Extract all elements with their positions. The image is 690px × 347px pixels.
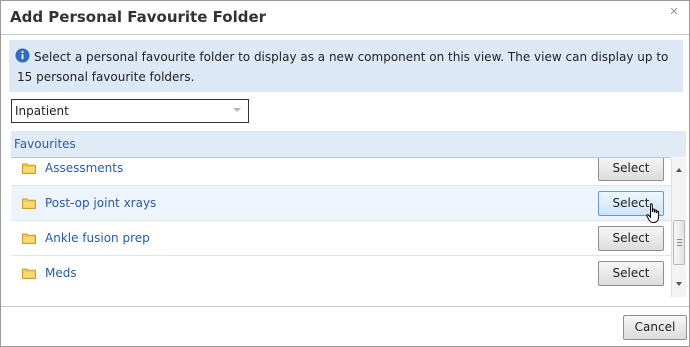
folder-icon	[22, 268, 36, 279]
scroll-thumb[interactable]	[673, 220, 685, 265]
dialog-titlebar: Add Personal Favourite Folder ✕	[1, 1, 689, 35]
folder-name-link[interactable]: Assessments	[45, 161, 123, 175]
thumb-grip	[677, 239, 682, 240]
folder-icon	[22, 233, 36, 244]
info-text: Select a personal favourite folder to di…	[17, 50, 669, 84]
favourites-header-label: Favourites	[14, 137, 76, 151]
dropdown-selected-value: Inpatient	[15, 104, 69, 118]
footer-divider	[1, 306, 689, 307]
cancel-button[interactable]: Cancel	[623, 315, 687, 340]
favourites-list: Assessments Select Post-op joint xrays S…	[11, 158, 671, 297]
mouse-cursor-icon	[646, 203, 660, 223]
list-item: Assessments Select	[11, 158, 671, 186]
scroll-up-icon[interactable]	[676, 168, 682, 172]
dialog-title: Add Personal Favourite Folder	[10, 8, 267, 26]
info-banner: Select a personal favourite folder to di…	[9, 40, 683, 92]
thumb-grip	[677, 242, 682, 243]
folder-icon	[22, 163, 36, 174]
select-button[interactable]: Select	[598, 261, 664, 286]
scroll-down-icon[interactable]	[676, 282, 682, 286]
select-button[interactable]: Select	[598, 226, 664, 251]
select-button[interactable]: Select	[598, 158, 664, 181]
add-favourite-folder-dialog: Add Personal Favourite Folder ✕ Select a…	[0, 0, 690, 347]
folder-icon	[22, 198, 36, 209]
favourites-header: Favourites	[11, 131, 686, 157]
title-divider	[1, 34, 689, 35]
list-item: Ankle fusion prep Select	[11, 221, 671, 256]
thumb-grip	[677, 245, 682, 246]
close-icon[interactable]: ✕	[668, 6, 680, 18]
list-scrollbar[interactable]	[671, 158, 686, 297]
folder-name-link[interactable]: Ankle fusion prep	[45, 231, 150, 245]
view-select-dropdown[interactable]: Inpatient	[11, 99, 249, 123]
folder-name-link[interactable]: Meds	[45, 266, 77, 280]
list-item: Meds Select	[11, 256, 671, 291]
favourites-panel: Favourites Assessments Select Post-op jo…	[11, 131, 686, 297]
list-item: Post-op joint xrays Select	[11, 186, 671, 221]
folder-name-link[interactable]: Post-op joint xrays	[45, 196, 156, 210]
chevron-down-icon[interactable]	[233, 108, 241, 112]
